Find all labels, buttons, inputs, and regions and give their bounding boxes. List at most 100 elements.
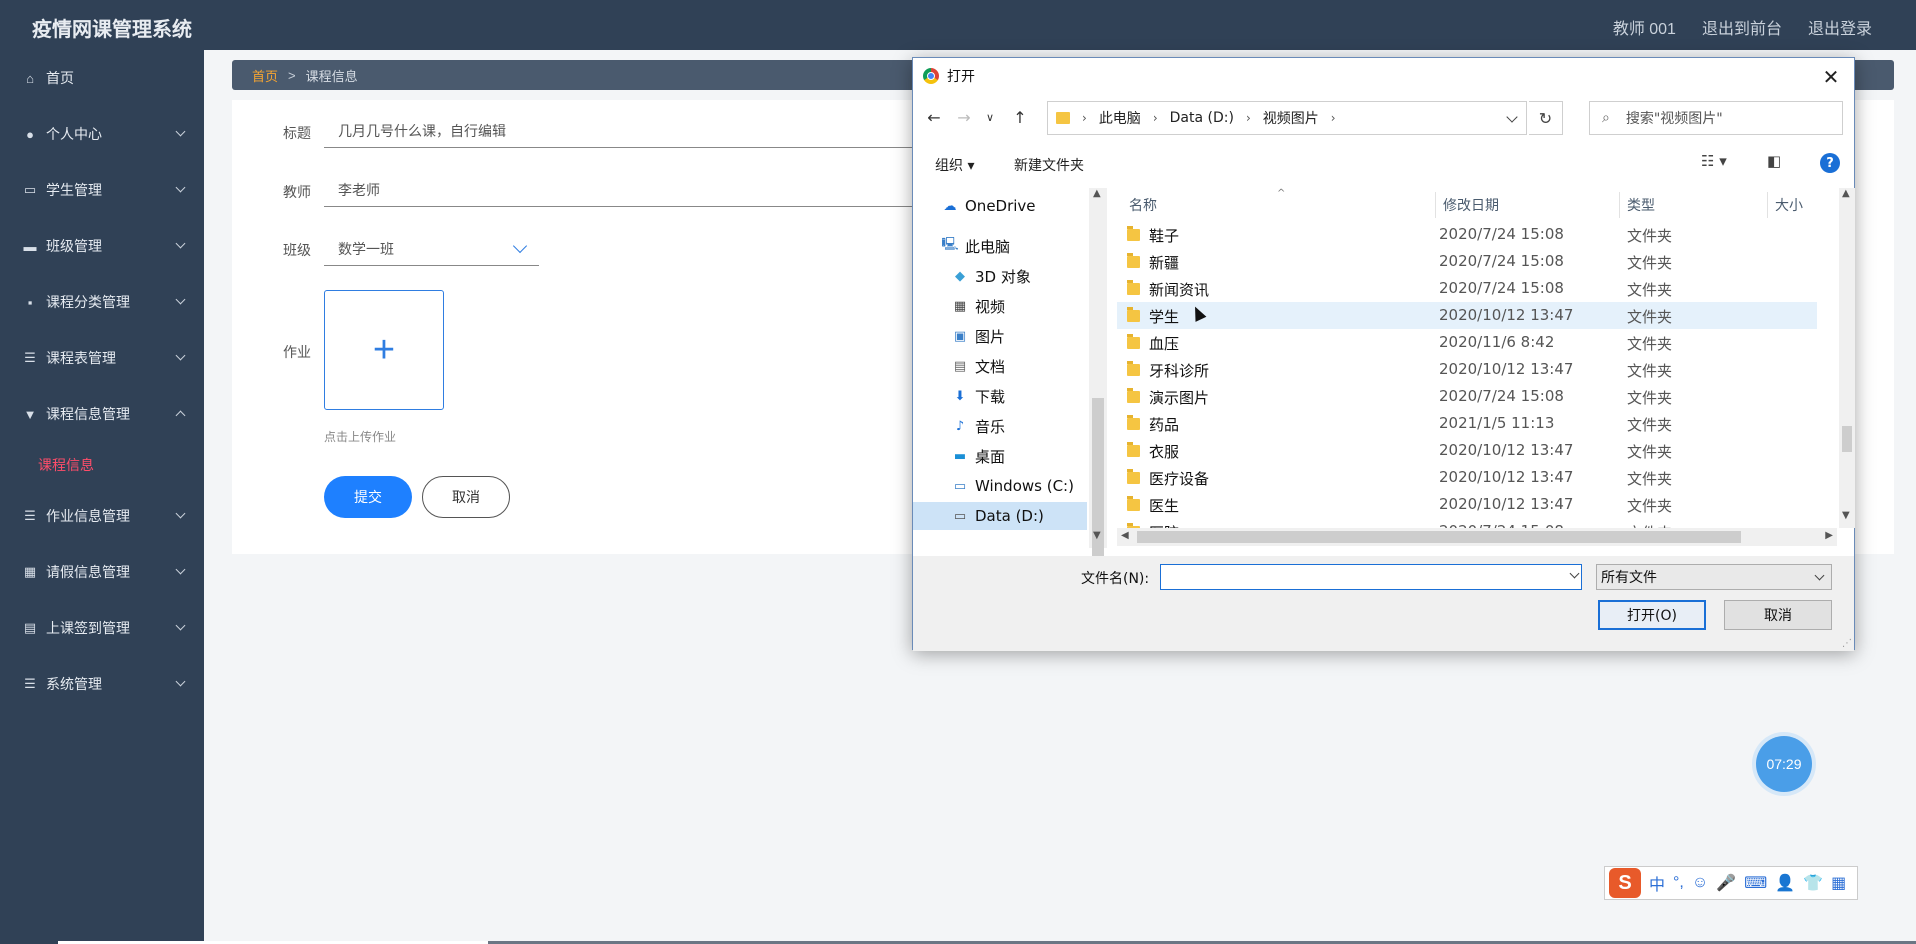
sidebar-subitem-course-info[interactable]: 课程信息: [0, 442, 204, 488]
sidebar-item-home[interactable]: ⌂ 首页: [0, 50, 204, 106]
nav-desktop[interactable]: ▬ 桌面: [913, 442, 1087, 470]
file-row[interactable]: 医生 2020/10/12 13:47 文件夹: [1117, 491, 1817, 518]
chevron-down-icon[interactable]: [1506, 111, 1518, 123]
file-list-horizontal-scrollbar[interactable]: ◀ ▶: [1117, 528, 1837, 546]
preview-pane-icon[interactable]: ◧: [1767, 152, 1781, 170]
column-divider[interactable]: [1619, 192, 1620, 218]
user-icon[interactable]: 👤: [1775, 873, 1795, 893]
view-options-icon[interactable]: ☷ ▾: [1701, 152, 1727, 170]
nav-scroll-thumb[interactable]: [1092, 398, 1104, 568]
back-arrow-icon[interactable]: ←: [923, 106, 945, 128]
scroll-down-icon[interactable]: ▼: [1842, 510, 1850, 521]
path-data-d[interactable]: Data (D:): [1170, 110, 1234, 126]
organize-menu[interactable]: 组织 ▾: [935, 155, 974, 175]
sidebar-item-attendance[interactable]: ▤ 上课签到管理: [0, 600, 204, 656]
folder-icon: [1127, 496, 1140, 511]
file-row[interactable]: 血压 2020/11/6 8:42 文件夹: [1117, 329, 1817, 356]
forward-arrow-icon[interactable]: →: [953, 106, 975, 128]
nav-music[interactable]: ♪ 音乐: [913, 412, 1087, 440]
horizontal-scroll-thumb[interactable]: [1137, 531, 1741, 543]
sidebar-item-personal-center[interactable]: ● 个人中心: [0, 106, 204, 162]
new-folder-button[interactable]: 新建文件夹: [1014, 155, 1084, 175]
class-select[interactable]: 数学一班: [324, 232, 539, 266]
column-type[interactable]: 类型: [1627, 188, 1655, 222]
file-list-vertical-scrollbar[interactable]: ▲ ▼: [1839, 188, 1855, 528]
sidebar-item-course-info[interactable]: ▼ 课程信息管理: [0, 386, 204, 442]
nav-3d-objects[interactable]: ◆ 3D 对象: [913, 262, 1087, 290]
nav-videos[interactable]: ▦ 视频: [913, 292, 1087, 320]
path-video-images[interactable]: 视频图片: [1263, 108, 1319, 128]
file-row[interactable]: 学生 2020/10/12 13:47 文件夹: [1117, 302, 1817, 329]
timer-badge[interactable]: 07:29: [1756, 736, 1812, 792]
title-input[interactable]: 几月几号什么课，自行编辑: [324, 114, 944, 148]
help-icon[interactable]: ?: [1820, 153, 1840, 173]
back-to-front-link[interactable]: 退出到前台: [1702, 15, 1782, 39]
sidebar-item-leave[interactable]: ▦ 请假信息管理: [0, 544, 204, 600]
file-row[interactable]: 衣服 2020/10/12 13:47 文件夹: [1117, 437, 1817, 464]
vertical-scroll-thumb[interactable]: [1842, 426, 1852, 452]
submit-button[interactable]: 提交: [324, 476, 412, 518]
resize-grip-icon[interactable]: ⋰: [1842, 638, 1852, 649]
apps-icon[interactable]: ▦: [1831, 873, 1846, 893]
nav-pictures[interactable]: ▣ 图片: [913, 322, 1087, 350]
cancel-button[interactable]: 取消: [422, 476, 510, 518]
column-divider[interactable]: [1435, 192, 1436, 218]
ime-punct[interactable]: °,: [1673, 874, 1684, 892]
dialog-cancel-button[interactable]: 取消: [1724, 600, 1832, 630]
file-date: 2020/7/24 15:08: [1439, 252, 1564, 270]
sidebar-item-homework[interactable]: ☰ 作业信息管理: [0, 488, 204, 544]
nav-data-d[interactable]: ▭ Data (D:): [913, 502, 1087, 530]
keyboard-icon[interactable]: ⌨: [1744, 873, 1767, 893]
file-row[interactable]: 鞋子 2020/7/24 15:08 文件夹: [1117, 221, 1817, 248]
scroll-up-icon[interactable]: ▲: [1093, 188, 1101, 199]
nav-downloads[interactable]: ⬇ 下载: [913, 382, 1087, 410]
ime-mode[interactable]: 中: [1649, 871, 1665, 895]
filetype-select[interactable]: 所有文件: [1596, 564, 1832, 590]
logout-link[interactable]: 退出登录: [1808, 15, 1872, 39]
skin-icon[interactable]: 👕: [1803, 873, 1823, 893]
microphone-icon[interactable]: 🎤: [1716, 873, 1736, 893]
sidebar-item-students[interactable]: ▭ 学生管理: [0, 162, 204, 218]
column-divider[interactable]: [1767, 192, 1768, 218]
filename-input[interactable]: [1160, 564, 1582, 590]
sidebar-item-course-categories[interactable]: ▪ 课程分类管理: [0, 274, 204, 330]
nav-windows-c[interactable]: ▭ Windows (C:): [913, 472, 1087, 500]
refresh-icon[interactable]: ↻: [1529, 101, 1563, 135]
upload-button[interactable]: +: [324, 290, 444, 410]
file-name: 学生: [1149, 308, 1180, 326]
breadcrumb-home[interactable]: 首页: [252, 66, 278, 85]
close-icon[interactable]: ✕: [1818, 64, 1844, 90]
user-name-link[interactable]: 教师 001: [1613, 15, 1676, 39]
scroll-left-icon[interactable]: ◀: [1121, 530, 1129, 541]
file-row[interactable]: 演示图片 2020/7/24 15:08 文件夹: [1117, 383, 1817, 410]
file-row[interactable]: 药品 2021/1/5 11:13 文件夹: [1117, 410, 1817, 437]
nav-onedrive[interactable]: ☁ OneDrive: [913, 192, 1087, 220]
recent-locations-icon[interactable]: ∨: [979, 106, 1001, 128]
drive-icon: ▭: [953, 508, 967, 524]
address-bar[interactable]: › 此电脑 › Data (D:) › 视频图片 ›: [1047, 101, 1527, 135]
sidebar-item-system[interactable]: ☰ 系统管理: [0, 656, 204, 712]
nav-scrollbar[interactable]: ▲ ▼: [1089, 188, 1107, 568]
nav-documents[interactable]: ▤ 文档: [913, 352, 1087, 380]
path-this-pc[interactable]: 此电脑: [1099, 108, 1141, 128]
up-arrow-icon[interactable]: ↑: [1009, 106, 1031, 128]
search-box[interactable]: ⌕ 搜索"视频图片": [1589, 101, 1843, 135]
column-name[interactable]: 名称: [1129, 188, 1157, 222]
sogou-logo-icon[interactable]: S: [1609, 868, 1641, 898]
teacher-input[interactable]: 李老师: [324, 173, 944, 207]
scroll-down-icon[interactable]: ▼: [1093, 530, 1101, 541]
sidebar-item-schedule[interactable]: ☰ 课程表管理: [0, 330, 204, 386]
emoji-icon[interactable]: ☺: [1692, 874, 1708, 892]
scroll-up-icon[interactable]: ▲: [1842, 188, 1850, 199]
file-row[interactable]: 新闻资讯 2020/7/24 15:08 文件夹: [1117, 275, 1817, 302]
file-row[interactable]: 医疗设备 2020/10/12 13:47 文件夹: [1117, 464, 1817, 491]
scroll-right-icon[interactable]: ▶: [1825, 530, 1833, 541]
column-size[interactable]: 大小: [1775, 188, 1803, 222]
open-button[interactable]: 打开(O): [1598, 600, 1706, 630]
file-row[interactable]: 牙科诊所 2020/10/12 13:47 文件夹: [1117, 356, 1817, 383]
ime-toolbar[interactable]: S 中 °, ☺ 🎤 ⌨ 👤 👕 ▦: [1604, 866, 1858, 900]
nav-this-pc[interactable]: 🖳 此电脑: [913, 232, 1087, 260]
file-row[interactable]: 新疆 2020/7/24 15:08 文件夹: [1117, 248, 1817, 275]
column-date[interactable]: 修改日期: [1443, 188, 1499, 222]
sidebar-item-classes[interactable]: ▬ 班级管理: [0, 218, 204, 274]
